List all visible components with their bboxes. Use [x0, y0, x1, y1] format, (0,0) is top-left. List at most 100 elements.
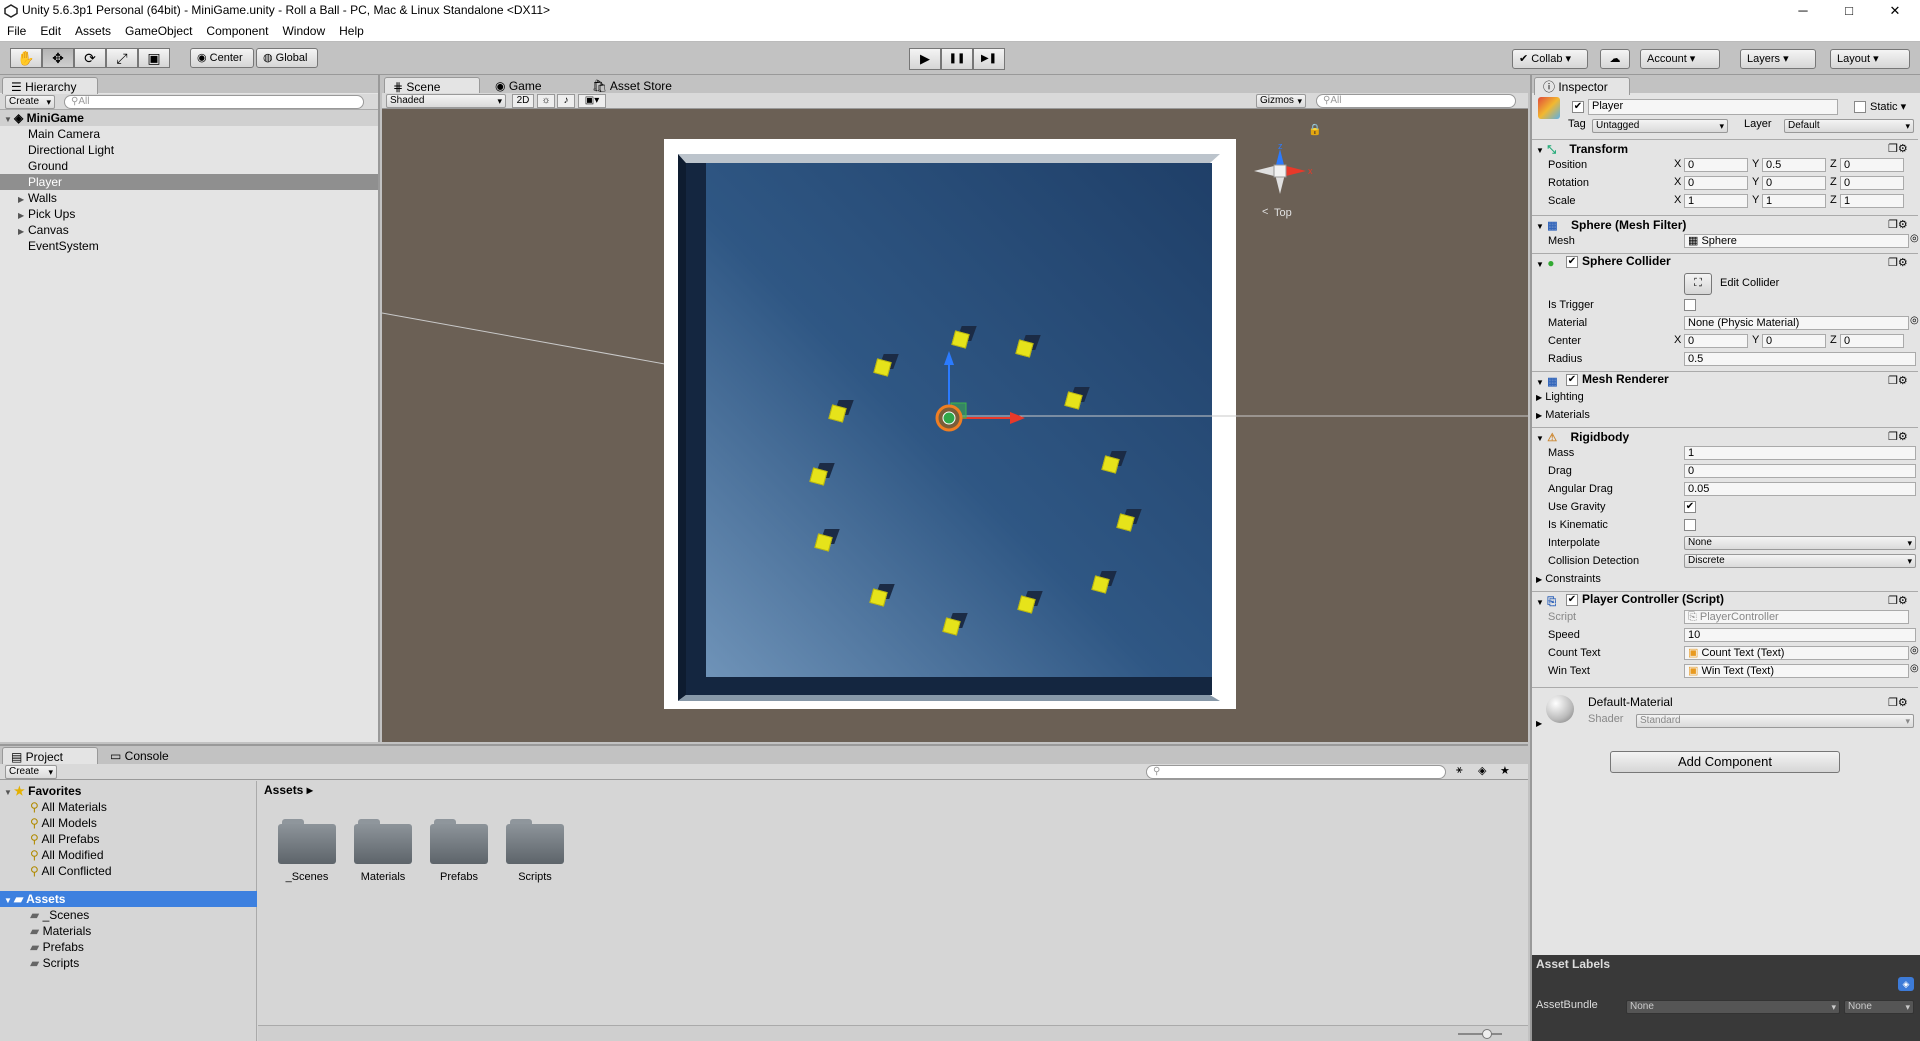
maximize-button[interactable]: □: [1826, 0, 1872, 22]
menu-file[interactable]: File: [0, 22, 33, 38]
asset-bundle-variant-dropdown[interactable]: None: [1844, 1000, 1914, 1014]
is-trigger-checkbox[interactable]: [1684, 299, 1696, 311]
constraints-foldout[interactable]: ▶ Constraints: [1536, 571, 1906, 587]
filter-by-label-icon[interactable]: ◈: [1478, 764, 1486, 777]
scene-viewport[interactable]: z x < Top 🔒: [382, 109, 1528, 742]
expand-arrow-icon[interactable]: ▼: [4, 785, 14, 801]
label-tag-icon[interactable]: ◈: [1898, 977, 1914, 991]
hierarchy-item[interactable]: ▶ Walls: [0, 190, 378, 206]
menu-window[interactable]: Window: [275, 22, 332, 38]
tab-inspector[interactable]: ⓘ Inspector: [1534, 77, 1630, 95]
folder-label[interactable]: _Scenes: [267, 871, 347, 883]
gizmos-dropdown[interactable]: Gizmos: [1256, 94, 1306, 108]
hierarchy-item[interactable]: Ground: [0, 158, 378, 174]
menu-component[interactable]: Component: [199, 22, 275, 38]
favorite-item[interactable]: ⚲ All Modified: [30, 847, 104, 863]
scale-y-label[interactable]: Y: [1752, 194, 1759, 206]
favorite-item[interactable]: ⚲ All Prefabs: [30, 831, 100, 847]
close-button[interactable]: ✕: [1872, 0, 1918, 22]
physic-material-field[interactable]: None (Physic Material): [1684, 316, 1909, 330]
rigidbody-menu-icon[interactable]: ❐⚙: [1888, 430, 1908, 443]
mesh-renderer-enabled-checkbox[interactable]: ✔: [1566, 374, 1578, 386]
move-tool-icon[interactable]: ✥: [42, 48, 74, 68]
position-z-field[interactable]: 0: [1840, 158, 1904, 172]
scene-search-input[interactable]: ⚲All: [1316, 94, 1516, 108]
is-kinematic-checkbox[interactable]: [1684, 519, 1696, 531]
mesh-renderer-menu-icon[interactable]: ❐⚙: [1888, 374, 1908, 387]
folder-icon[interactable]: [506, 819, 564, 865]
menu-edit[interactable]: Edit: [33, 22, 68, 38]
scale-y-field[interactable]: 1: [1762, 194, 1826, 208]
mesh-filter-header[interactable]: ▼ ▦ Sphere (Mesh Filter): [1532, 215, 1918, 233]
radius-field[interactable]: 0.5: [1684, 352, 1916, 366]
mass-field[interactable]: 1: [1684, 446, 1916, 460]
hierarchy-item[interactable]: Player: [0, 174, 378, 190]
lighting-foldout[interactable]: ▶ Lighting: [1536, 389, 1906, 405]
filter-by-type-icon[interactable]: ⚹: [1456, 764, 1463, 777]
pivot-center-toggle[interactable]: ◉ Center: [190, 48, 254, 68]
scale-tool-icon[interactable]: ⤢: [106, 48, 138, 68]
hierarchy-item[interactable]: ▶ Canvas: [0, 222, 378, 238]
gizmo-center-cube-icon[interactable]: [1273, 164, 1287, 178]
transform-menu-icon[interactable]: ❐⚙: [1888, 142, 1908, 155]
pickup-cube[interactable]: [1091, 571, 1117, 594]
play-button[interactable]: ▶: [909, 48, 941, 70]
scale-x-label[interactable]: X: [1674, 194, 1681, 206]
static-checkbox[interactable]: [1854, 101, 1866, 113]
tag-dropdown[interactable]: Untagged: [1592, 119, 1728, 133]
use-gravity-checkbox[interactable]: ✔: [1684, 501, 1696, 513]
layer-dropdown[interactable]: Default: [1784, 119, 1914, 133]
hierarchy-item[interactable]: Main Camera: [0, 126, 378, 142]
folder-label[interactable]: Materials: [343, 871, 423, 883]
pickup-cube[interactable]: [873, 354, 899, 377]
rotation-y-label[interactable]: Y: [1752, 176, 1759, 188]
add-component-button[interactable]: Add Component: [1610, 751, 1840, 773]
asset-tree-folder[interactable]: ▰ Scripts: [30, 955, 79, 971]
pickup-cube[interactable]: [1064, 387, 1090, 410]
position-y-label[interactable]: Y: [1752, 158, 1759, 170]
2d-toggle[interactable]: 2D: [512, 94, 534, 108]
pickup-cube[interactable]: [942, 613, 968, 636]
space-global-toggle[interactable]: ◍ Global: [256, 48, 318, 68]
hierarchy-search-input[interactable]: ⚲All: [64, 95, 364, 109]
player-controller-enabled-checkbox[interactable]: ✔: [1566, 594, 1578, 606]
pickup-cube[interactable]: [1116, 509, 1142, 532]
player-controller-menu-icon[interactable]: ❐⚙: [1888, 594, 1908, 607]
expand-arrow-icon[interactable]: ▼: [4, 893, 14, 909]
sphere-collider-enabled-checkbox[interactable]: ✔: [1566, 256, 1578, 268]
folder-label[interactable]: Prefabs: [419, 871, 499, 883]
assets-root-row[interactable]: ▼ ▰ Assets: [0, 891, 257, 907]
position-z-label[interactable]: Z: [1830, 158, 1837, 170]
pause-button[interactable]: ❚❚: [941, 48, 973, 70]
project-search-input[interactable]: ⚲: [1146, 765, 1446, 779]
pickup-cube[interactable]: [828, 400, 854, 423]
effects-toggle-icon[interactable]: ▣▾: [578, 94, 606, 108]
tab-console[interactable]: ▭ Console: [102, 747, 177, 765]
asset-tree-folder[interactable]: ▰ Prefabs: [30, 939, 84, 955]
menu-help[interactable]: Help: [332, 22, 371, 38]
minimize-button[interactable]: ─: [1780, 0, 1826, 22]
hand-tool-icon[interactable]: ✋: [10, 48, 42, 68]
step-button[interactable]: ▶❚: [973, 48, 1005, 70]
save-search-star-icon[interactable]: ★: [1500, 764, 1510, 777]
assets-breadcrumb[interactable]: Assets ▸: [264, 783, 313, 797]
material-foldout-icon[interactable]: ▶: [1536, 719, 1542, 728]
asset-tree-folder[interactable]: ▰ Materials: [30, 923, 91, 939]
scene-view-panel[interactable]: ⋕ Scene ◉ Game 🛍 Asset Store Shaded 2D ☼…: [382, 75, 1528, 742]
hierarchy-create-dropdown[interactable]: Create: [5, 95, 55, 109]
hierarchy-item[interactable]: Directional Light: [0, 142, 378, 158]
account-dropdown[interactable]: Account ▾: [1640, 49, 1720, 69]
folder-label[interactable]: Scripts: [495, 871, 575, 883]
mesh-filter-menu-icon[interactable]: ❐⚙: [1888, 218, 1908, 231]
material-picker-icon[interactable]: ◎: [1910, 315, 1919, 326]
material-menu-icon[interactable]: ❐⚙: [1888, 696, 1908, 709]
tab-hierarchy[interactable]: ☰ Hierarchy: [2, 77, 98, 95]
gizmo-neg-x-cone-icon[interactable]: [1254, 166, 1274, 176]
tab-project[interactable]: ▤ Project: [2, 747, 98, 765]
position-y-field[interactable]: 0.5: [1762, 158, 1826, 172]
menu-assets[interactable]: Assets: [68, 22, 118, 38]
scale-z-field[interactable]: 1: [1840, 194, 1904, 208]
position-x-label[interactable]: X: [1674, 158, 1681, 170]
asset-tree-folder[interactable]: ▰ _Scenes: [30, 907, 89, 923]
asset-bundle-dropdown[interactable]: None: [1626, 1000, 1840, 1014]
